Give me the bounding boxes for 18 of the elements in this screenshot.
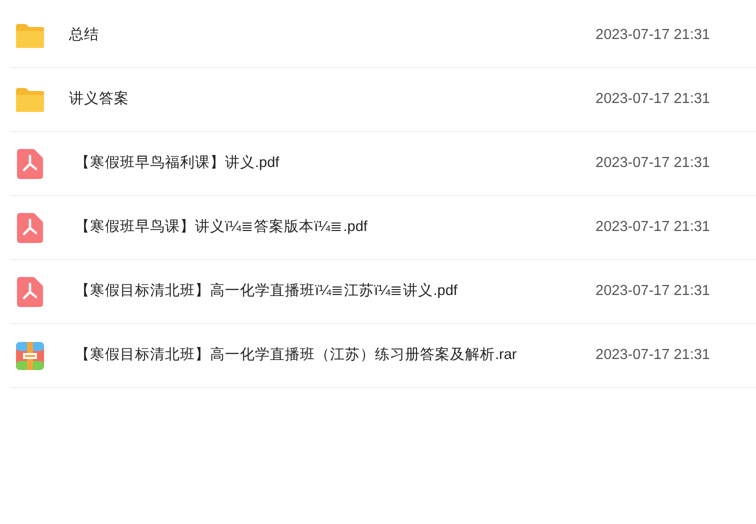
folder-name[interactable]: 总结 [69,24,549,46]
pdf-file-icon [17,212,43,242]
file-name[interactable]: 【寒假目标清北班】高一化学直播班（江苏）练习册答案及解析.rar [75,344,555,366]
modified-date: 2023-07-17 21:31 [596,282,710,301]
folder-name[interactable]: 讲义答案 [69,88,549,110]
modified-date: 2023-07-17 21:31 [596,90,710,109]
modified-date: 2023-07-17 21:31 [596,346,710,365]
folder-icon [14,86,46,112]
pdf-file-icon [17,276,43,306]
pdf-file-icon [17,148,43,178]
folder-icon [14,22,46,48]
file-name[interactable]: 【寒假班早鸟福利课】讲义.pdf [75,152,555,174]
modified-date: 2023-07-17 21:31 [596,218,710,237]
modified-date: 2023-07-17 21:31 [596,154,710,173]
modified-date: 2023-07-17 21:31 [596,26,710,45]
file-name[interactable]: 【寒假班早鸟课】讲义ï¼≣答案版本ï¼≣.pdf [75,216,555,238]
file-name[interactable]: 【寒假目标清北班】高一化学直播班ï¼≣江苏ï¼≣讲义.pdf [75,280,555,302]
archive-file-icon [16,342,44,370]
